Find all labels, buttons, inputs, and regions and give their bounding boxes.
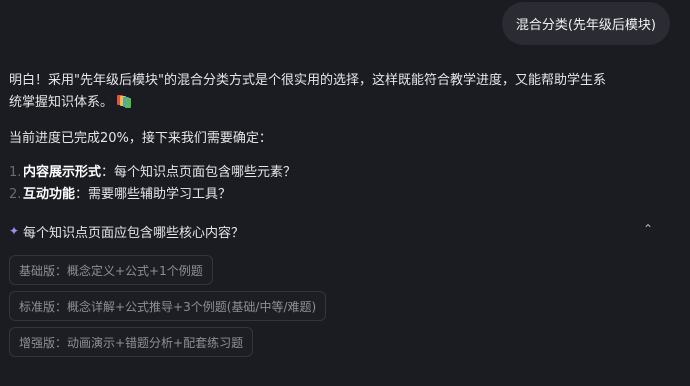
list-number: 2.	[9, 187, 22, 202]
reply-intro-text: 明白！采用"先年级后模块"的混合分类方式是个很实用的选择，这样既能符合教学进度，…	[9, 73, 606, 110]
option-label: 基础版：概念定义+公式+1个例题	[19, 263, 203, 278]
option-basic-button[interactable]: 基础版：概念定义+公式+1个例题	[9, 255, 213, 285]
next-steps-list: 1. 内容展示形式：每个知识点页面包含哪些元素？ 2. 互动功能：需要哪些辅助学…	[9, 162, 609, 206]
option-enhanced-button[interactable]: 增强版：动画演示+错题分析+配套练习题	[9, 327, 254, 357]
assistant-reply: 明白！采用"先年级后模块"的混合分类方式是个很实用的选择，这样既能符合教学进度，…	[9, 70, 609, 206]
list-number: 1.	[9, 165, 22, 180]
user-message-text: 混合分类(先年级后模块)	[515, 18, 656, 33]
reply-intro: 明白！采用"先年级后模块"的混合分类方式是个很实用的选择，这样既能符合教学进度，…	[9, 70, 609, 114]
option-label: 增强版：动画演示+错题分析+配套练习题	[19, 335, 244, 350]
list-item: 2. 互动功能：需要哪些辅助学习工具？	[9, 184, 609, 206]
option-label: 标准版：概念详解+公式推导+3个例题(基础/中等/难题)	[19, 299, 317, 314]
progress-text: 当前进度已完成20%，接下来我们需要确定：	[9, 131, 272, 146]
user-message-bubble: 混合分类(先年级后模块)	[501, 2, 670, 45]
list-term: 互动功能	[23, 187, 76, 202]
list-item: 1. 内容展示形式：每个知识点页面包含哪些元素？	[9, 162, 609, 184]
option-standard-button[interactable]: 标准版：概念详解+公式推导+3个例题(基础/中等/难题)	[9, 291, 327, 321]
sparkle-icon: ✦	[9, 224, 20, 238]
list-term: 内容展示形式	[23, 165, 102, 180]
question-text: 每个知识点页面应包含哪些核心内容？	[23, 225, 245, 241]
list-text: ：每个知识点页面包含哪些元素？	[101, 165, 297, 180]
list-text: ：需要哪些辅助学习工具？	[75, 187, 232, 202]
chevron-up-icon[interactable]: ⌃	[643, 222, 653, 236]
question-header: ✦ 每个知识点页面应包含哪些核心内容？ ⌃	[9, 220, 659, 242]
books-emoji-icon	[117, 94, 132, 108]
